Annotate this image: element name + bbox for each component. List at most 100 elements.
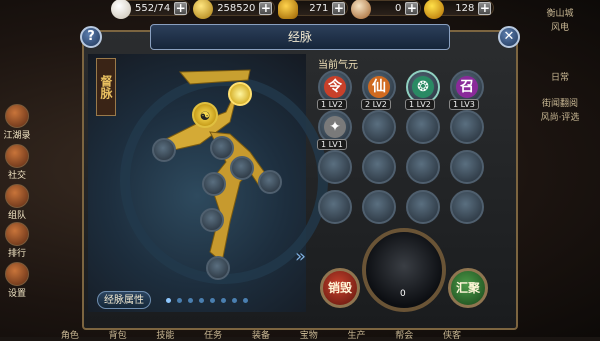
qi-slot-empty[interactable] [450, 150, 484, 184]
acupoint[interactable] [206, 256, 230, 280]
purple-seal-icon: 召 [456, 76, 478, 98]
right-menu-item[interactable]: 街闻翻阅 [530, 96, 590, 109]
right-menu-item[interactable]: 风电 [530, 20, 590, 33]
side-label: 江湖录 [3, 131, 31, 141]
nav-item[interactable]: 角色 [61, 328, 79, 341]
qi-slot-empty[interactable] [318, 150, 352, 184]
qi-slot-selected[interactable]: ❂ 1 LV2 [405, 70, 440, 110]
nav-item[interactable]: 宝物 [300, 328, 318, 341]
nav-item[interactable]: 背包 [109, 328, 127, 341]
resource-energy: 128 + [424, 0, 495, 19]
acupoint[interactable] [152, 138, 176, 162]
add-energy-button[interactable]: + [478, 1, 492, 15]
resource-value: 0 [395, 2, 402, 14]
add-scroll-button[interactable]: + [405, 1, 419, 15]
chat-icon [5, 144, 29, 168]
book-icon [5, 104, 29, 128]
qi-slot-empty[interactable] [406, 150, 440, 184]
qi-slot-empty[interactable] [450, 110, 484, 144]
acupoint[interactable] [230, 156, 254, 180]
orb-value: 0 [400, 289, 406, 299]
close-button[interactable]: ✕ [498, 26, 520, 48]
lightning-icon [424, 0, 445, 19]
page-dot[interactable] [243, 298, 248, 303]
page-dot[interactable] [199, 298, 204, 303]
gear-icon [5, 262, 29, 286]
nav-item[interactable]: 生产 [347, 328, 365, 341]
resource-value: 552/74 [135, 2, 171, 14]
nav-item[interactable]: 帮会 [395, 328, 413, 341]
page-dot[interactable] [221, 298, 226, 303]
qi-slot-empty[interactable] [362, 150, 396, 184]
qi-orb [362, 228, 446, 312]
meridian-name-label: 督脉 [96, 58, 116, 116]
resource-value: 258520 [217, 2, 256, 14]
qi-slot[interactable]: 召 1 LV3 [449, 70, 484, 110]
page-dot[interactable] [210, 298, 215, 303]
meridian-attributes-button[interactable]: 经脉属性 [97, 291, 151, 309]
chevron-right-icon[interactable]: » [295, 246, 306, 267]
help-button[interactable]: ? [80, 26, 102, 48]
add-coin-button[interactable]: + [259, 1, 273, 15]
nav-item[interactable]: 任务 [204, 328, 222, 341]
side-button-jianghu[interactable]: 江湖录 [2, 104, 32, 141]
team-icon [5, 184, 29, 208]
acupoint[interactable] [202, 172, 226, 196]
right-menu-item[interactable]: 衡山城 [530, 6, 590, 19]
add-ingot-button[interactable]: + [332, 1, 346, 15]
yin-yang-icon: ☯ [199, 109, 211, 123]
page-dot[interactable] [232, 298, 237, 303]
trophy-icon [5, 222, 29, 246]
nav-item[interactable]: 侠客 [443, 328, 461, 341]
side-label: 排行 [7, 249, 26, 259]
gather-button[interactable]: 汇聚 [448, 268, 488, 308]
slot-level: 1 LV2 [317, 99, 347, 110]
resource-bar: 552/74 + 258520 + 271 + 0 + 128 + [111, 0, 495, 19]
side-label: 社交 [7, 171, 26, 181]
page-dot[interactable] [188, 298, 193, 303]
resource-coin: 258520 + [193, 0, 276, 19]
red-seal-icon: 令 [324, 76, 346, 98]
page-dot-active[interactable] [166, 298, 171, 303]
resource-stamina: 552/74 + [111, 0, 191, 19]
resource-ingot: 271 + [278, 0, 349, 19]
page-dot[interactable] [177, 298, 182, 303]
side-button-social[interactable]: 社交 [2, 144, 32, 181]
slot-level: 1 LV2 [405, 99, 435, 110]
add-stamina-button[interactable]: + [174, 1, 188, 15]
qi-slot-empty[interactable] [318, 190, 352, 224]
side-button-settings[interactable]: 设置 [2, 262, 32, 299]
qi-slot[interactable]: 仙 2 LV2 [361, 70, 396, 110]
right-menu-item[interactable]: 风尚·评选 [530, 110, 590, 123]
resource-value: 271 [309, 2, 329, 14]
destroy-button[interactable]: 销毁 [320, 268, 360, 308]
side-label: 组队 [7, 211, 26, 221]
orange-seal-icon: 仙 [368, 76, 390, 98]
resource-scroll: 0 + [351, 0, 422, 19]
acupoint[interactable] [210, 136, 234, 160]
green-swirl-icon: ❂ [412, 76, 434, 98]
egg-icon [111, 0, 131, 19]
acupoint[interactable] [200, 208, 224, 232]
qi-slot-empty[interactable] [450, 190, 484, 224]
qi-section-label: 当前气元 [318, 60, 358, 71]
qi-slot-empty[interactable] [362, 110, 396, 144]
side-label: 设置 [7, 289, 26, 299]
side-button-rank[interactable]: 排行 [2, 222, 32, 259]
qi-slot[interactable]: ✦ 1 LV1 [317, 110, 352, 150]
acupoint[interactable] [258, 170, 282, 194]
qi-slot-empty[interactable] [406, 110, 440, 144]
qi-slot[interactable]: 令 1 LV2 [317, 70, 352, 110]
gold-coin-icon [193, 0, 214, 19]
nav-item[interactable]: 技能 [156, 328, 174, 341]
acupoint-highlight[interactable] [228, 82, 252, 106]
acupoint-active[interactable]: ☯ [192, 102, 218, 128]
bottom-nav: 角色 背包 技能 任务 装备 宝物 生产 帮会 侠客 [46, 328, 476, 341]
slot-level: 1 LV3 [449, 99, 479, 110]
qi-slot-empty[interactable] [362, 190, 396, 224]
qi-slot-empty[interactable] [406, 190, 440, 224]
right-menu-item[interactable]: 日常 [530, 70, 590, 83]
scroll-icon [351, 0, 372, 19]
side-button-team[interactable]: 组队 [2, 184, 32, 221]
nav-item[interactable]: 装备 [252, 328, 270, 341]
